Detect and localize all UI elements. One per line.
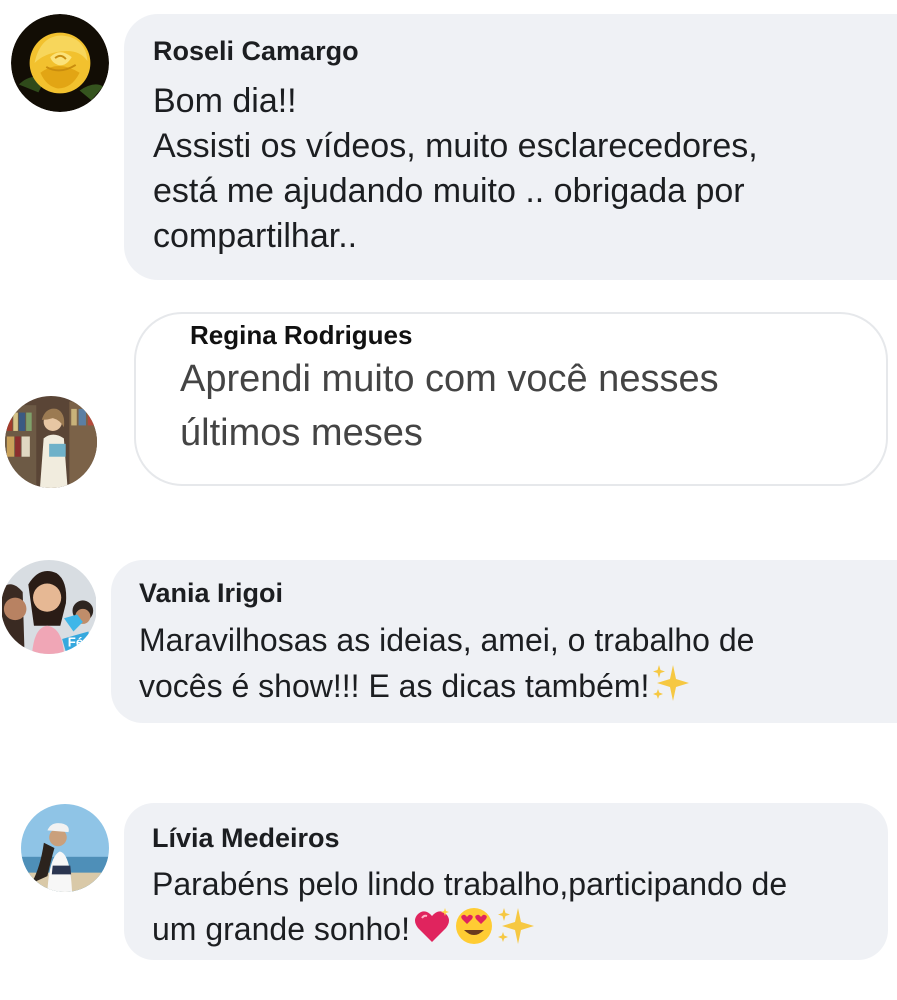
beach-woman-avatar-icon xyxy=(21,804,109,892)
comment-text-line: Maravilhosas as ideias, amei, o trabalho… xyxy=(139,622,755,658)
comment-author[interactable]: Roseli Camargo xyxy=(153,36,897,67)
comment-text-line: Bom dia!! xyxy=(153,82,297,120)
comment-author[interactable]: Vania Irigoi xyxy=(139,578,897,609)
comment-text: Aprendi muito com você nesses últimos me… xyxy=(180,352,719,460)
comment-author[interactable]: Lívia Medeiros xyxy=(152,823,888,854)
avatar-livia-medeiros[interactable] xyxy=(21,804,109,892)
avatar-vania-irigoi[interactable]: Fé xyxy=(1,560,97,654)
comment-bubble: Roseli Camargo Bom dia!! Assisti os víde… xyxy=(124,14,897,280)
comment-author[interactable]: Regina Rodrigues xyxy=(190,320,412,351)
comment-bubble: Vania Irigoi Maravilhosas as ideias, ame… xyxy=(111,560,897,723)
avatar-roseli-camargo[interactable] xyxy=(11,14,109,112)
comment-text-segment: um grande sonho! xyxy=(152,911,410,947)
comment-text-line: Parabéns pelo lindo trabalho,participand… xyxy=(152,866,788,902)
svg-text:Fé: Fé xyxy=(68,634,83,649)
heart-eyes-icon xyxy=(454,906,494,957)
yellow-rose-avatar-icon xyxy=(11,14,109,112)
comment-text-line: vocês é show!!! E as dicas também! xyxy=(139,663,897,715)
comment-text-line: está me ajudando muito .. obrigada por xyxy=(153,172,745,210)
comment-bubble: Lívia Medeiros Parabéns pelo lindo traba… xyxy=(124,803,888,960)
sparkles-icon xyxy=(496,906,536,957)
avatar-regina-rodrigues[interactable] xyxy=(5,396,97,488)
comment-text-segment: vocês é show!!! E as dicas também! xyxy=(139,668,650,704)
comment-text-line: compartilhar.. xyxy=(153,217,358,255)
comment-text-line: Assisti os vídeos, muito esclarecedores, xyxy=(153,127,758,165)
comment-text-line: um grande sonho! xyxy=(152,906,888,957)
comment-text-line: últimos meses xyxy=(180,412,423,454)
comment-text-line: Aprendi muito com você nesses xyxy=(180,358,719,400)
comment-bubble: Regina Rodrigues Aprendi muito com você … xyxy=(134,312,888,486)
sparkling-heart-icon xyxy=(412,906,452,957)
sparkles-icon xyxy=(651,663,691,715)
family-selfie-avatar-icon: Fé xyxy=(2,560,96,654)
woman-library-avatar-icon xyxy=(5,396,97,488)
